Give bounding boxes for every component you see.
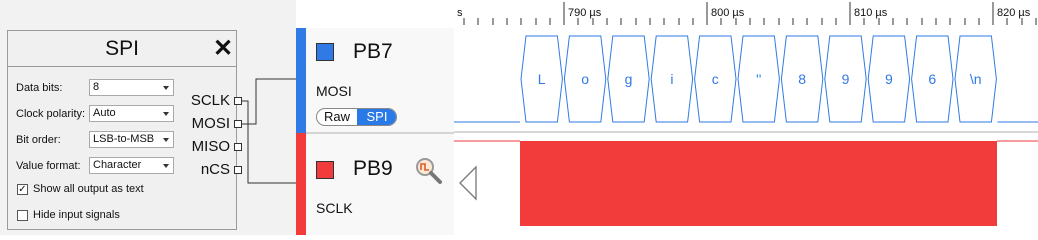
waveform-area[interactable]: Lo g i c '' 8 9 9 6 \n bbox=[454, 26, 1038, 235]
zoom-magnifier-icon[interactable] bbox=[413, 155, 443, 185]
sclk-burst-block bbox=[520, 141, 997, 226]
raw-spi-toggle[interactable]: Raw SPI bbox=[316, 108, 397, 126]
connection-wires bbox=[242, 78, 297, 184]
channel-color-swatch-pb7[interactable] bbox=[316, 43, 334, 61]
time-ruler[interactable]: s 790 µs 800 µs 810 µs 820 µs bbox=[454, 0, 1038, 27]
tick-label-820: 820 µs bbox=[997, 7, 1031, 19]
wire-mosi bbox=[242, 78, 297, 125]
waveform-canvas: Lo g i c '' 8 9 9 6 \n bbox=[454, 35, 1038, 226]
channel-name-pb9: PB9 bbox=[353, 157, 393, 180]
decoded-byte-label: '' bbox=[756, 71, 761, 87]
channel-signal-sclk: SCLK bbox=[316, 200, 353, 216]
decoded-byte-label: 9 bbox=[842, 71, 850, 87]
channel-color-strip-pb9 bbox=[296, 133, 306, 235]
toggle-raw-option[interactable]: Raw bbox=[317, 109, 357, 125]
channel-signal-mosi: MOSI bbox=[316, 83, 352, 99]
channel-color-swatch-pb9[interactable] bbox=[316, 161, 334, 179]
channel-name-pb7: PB7 bbox=[353, 40, 393, 63]
ruler-cut-label: s bbox=[457, 7, 463, 19]
toggle-spi-option[interactable]: SPI bbox=[357, 109, 396, 125]
channel-divider bbox=[306, 132, 454, 134]
decoded-byte-label: c bbox=[712, 71, 719, 87]
tick-label-810: 810 µs bbox=[854, 7, 888, 19]
decoded-byte-label: L bbox=[538, 71, 546, 87]
scroll-left-arrow-icon bbox=[459, 165, 477, 201]
decoded-byte-label: 9 bbox=[885, 71, 893, 87]
decoded-byte-label: \n bbox=[970, 71, 982, 87]
decoded-byte-label: 6 bbox=[928, 71, 936, 87]
tick-label-800: 800 µs bbox=[711, 7, 745, 19]
ruler-ticks bbox=[463, 2, 1037, 25]
decoded-byte-label: g bbox=[625, 71, 633, 87]
decoded-byte-label: i bbox=[670, 71, 673, 87]
tick-label-790: 790 µs bbox=[568, 7, 602, 19]
decoded-byte-label: o bbox=[581, 71, 589, 87]
decoded-byte-label: 8 bbox=[798, 71, 806, 87]
wire-sclk bbox=[242, 100, 297, 184]
channel-color-strip-pb7 bbox=[296, 28, 306, 133]
